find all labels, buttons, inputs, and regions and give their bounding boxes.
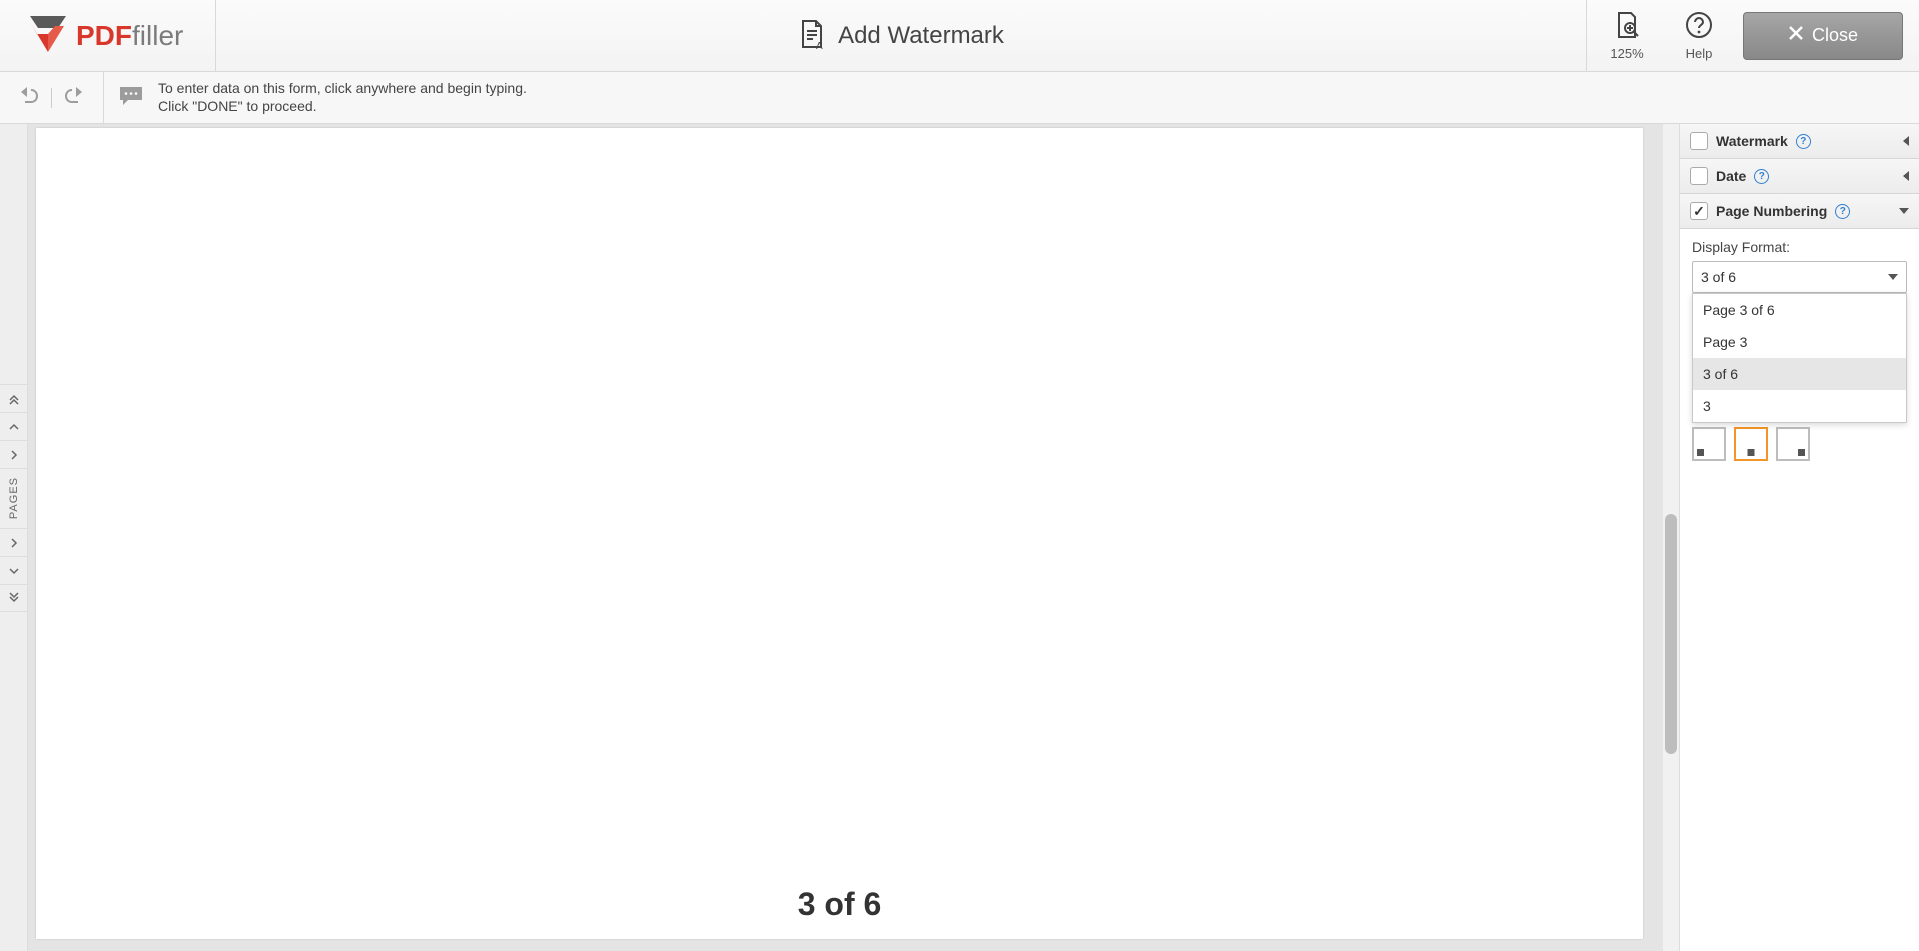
pages-expand-button-2[interactable] bbox=[0, 528, 27, 556]
close-button[interactable]: Close bbox=[1743, 12, 1903, 60]
panel-row-date[interactable]: Date ? bbox=[1680, 159, 1919, 194]
undo-button[interactable] bbox=[19, 86, 39, 109]
chevron-down-icon bbox=[1888, 274, 1898, 280]
vertical-scrollbar[interactable] bbox=[1663, 124, 1679, 951]
page-preview[interactable]: 3 of 6 bbox=[36, 128, 1643, 939]
speech-bubble-icon bbox=[118, 85, 144, 110]
logo-icon bbox=[24, 16, 72, 55]
position-bottom-left[interactable] bbox=[1692, 427, 1726, 461]
redo-button[interactable] bbox=[64, 86, 84, 109]
zoom-icon bbox=[1613, 11, 1641, 42]
page-numbering-checkbox[interactable] bbox=[1690, 202, 1708, 220]
help-icon[interactable]: ? bbox=[1754, 169, 1769, 184]
display-format-value: 3 of 6 bbox=[1701, 269, 1736, 285]
separator bbox=[51, 88, 52, 108]
help-label: Help bbox=[1686, 46, 1713, 61]
history-controls bbox=[0, 72, 104, 123]
zoom-label: 125% bbox=[1610, 46, 1643, 61]
zoom-button[interactable]: 125% bbox=[1591, 0, 1663, 71]
chevron-down-icon bbox=[1899, 208, 1909, 214]
right-panel: Watermark ? Date ? Page Numbering ? Disp… bbox=[1679, 124, 1919, 951]
page-number-text: 3 of 6 bbox=[798, 886, 882, 923]
pages-last-button[interactable] bbox=[0, 584, 27, 612]
position-row-bottom bbox=[1692, 427, 1907, 461]
help-button[interactable]: Help bbox=[1663, 0, 1735, 71]
display-format-label: Display Format: bbox=[1692, 239, 1907, 255]
position-bottom-right[interactable] bbox=[1776, 427, 1810, 461]
date-label: Date bbox=[1716, 168, 1746, 184]
hint-text: To enter data on this form, click anywhe… bbox=[158, 80, 527, 115]
scrollbar-thumb[interactable] bbox=[1665, 514, 1677, 754]
watermark-checkbox[interactable] bbox=[1690, 132, 1708, 150]
hint-bar: To enter data on this form, click anywhe… bbox=[0, 72, 1919, 124]
document-canvas[interactable]: 3 of 6 bbox=[28, 124, 1679, 951]
help-icon[interactable]: ? bbox=[1796, 134, 1811, 149]
pages-next-button[interactable] bbox=[0, 556, 27, 584]
chevron-left-icon bbox=[1903, 171, 1909, 181]
page-numbering-body: Display Format: 3 of 6 Page 3 of 6 Page … bbox=[1680, 229, 1919, 461]
display-format-dropdown: Page 3 of 6 Page 3 3 of 6 3 bbox=[1692, 293, 1907, 423]
pages-rail: PAGES bbox=[0, 124, 28, 951]
help-icon bbox=[1685, 11, 1713, 42]
page-numbering-label: Page Numbering bbox=[1716, 203, 1827, 219]
logo-text: PDFfiller bbox=[76, 20, 183, 52]
format-option[interactable]: Page 3 bbox=[1693, 326, 1906, 358]
main-area: PAGES 3 of 6 Watermark ? Date ? bbox=[0, 124, 1919, 951]
panel-row-page-numbering[interactable]: Page Numbering ? bbox=[1680, 194, 1919, 229]
pages-prev-button[interactable] bbox=[0, 412, 27, 440]
page-title: A Add Watermark bbox=[216, 0, 1586, 71]
date-checkbox[interactable] bbox=[1690, 167, 1708, 185]
pages-expand-button[interactable] bbox=[0, 440, 27, 468]
pages-first-button[interactable] bbox=[0, 384, 27, 412]
top-bar: PDFfiller A Add Watermark 125% Help Clos… bbox=[0, 0, 1919, 72]
watermark-page-icon: A bbox=[798, 19, 826, 52]
top-right-actions: 125% Help Close bbox=[1586, 0, 1919, 71]
watermark-label: Watermark bbox=[1716, 133, 1788, 149]
format-option[interactable]: Page 3 of 6 bbox=[1693, 294, 1906, 326]
help-icon[interactable]: ? bbox=[1835, 204, 1850, 219]
logo: PDFfiller bbox=[0, 0, 216, 71]
format-option[interactable]: 3 bbox=[1693, 390, 1906, 422]
pages-label: PAGES bbox=[0, 468, 27, 528]
page-title-text: Add Watermark bbox=[838, 22, 1004, 50]
close-icon bbox=[1788, 25, 1804, 46]
svg-text:A: A bbox=[816, 41, 823, 49]
hint-message: To enter data on this form, click anywhe… bbox=[104, 80, 527, 115]
display-format-select[interactable]: 3 of 6 bbox=[1692, 261, 1907, 293]
position-bottom-center[interactable] bbox=[1734, 427, 1768, 461]
chevron-left-icon bbox=[1903, 136, 1909, 146]
close-label: Close bbox=[1812, 25, 1858, 46]
format-option[interactable]: 3 of 6 bbox=[1693, 358, 1906, 390]
panel-row-watermark[interactable]: Watermark ? bbox=[1680, 124, 1919, 159]
